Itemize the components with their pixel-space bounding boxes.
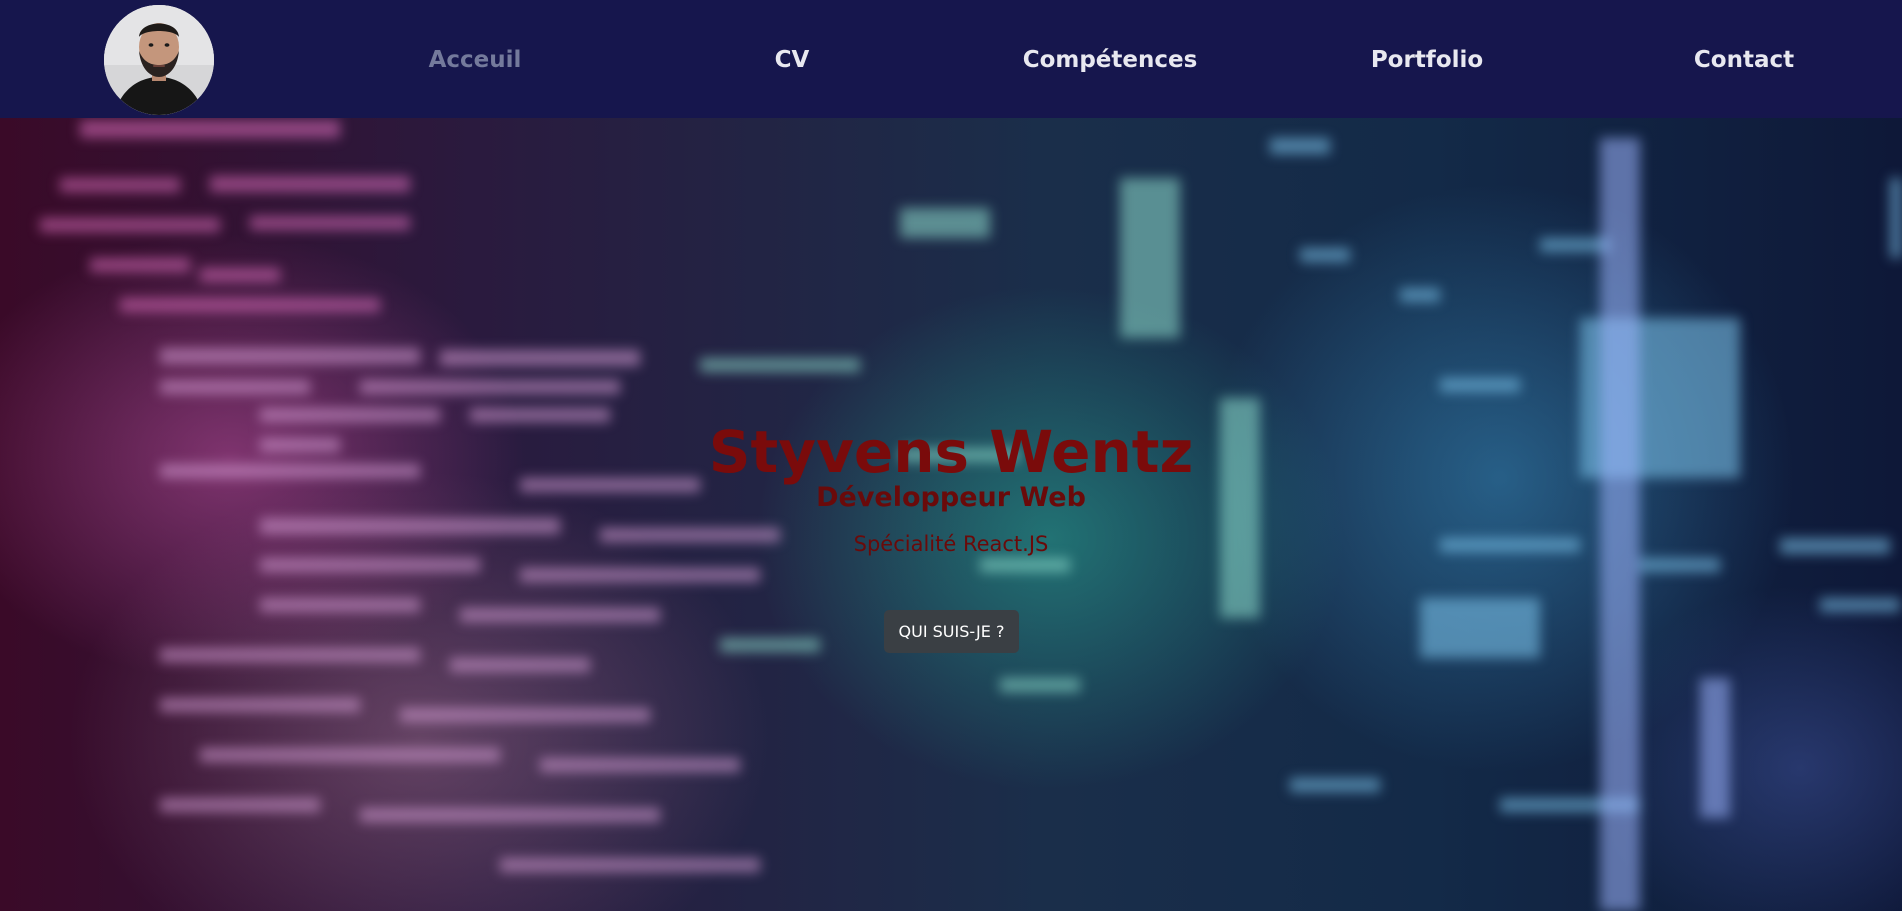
hero-title: Styvens Wentz <box>708 418 1194 486</box>
nav-link-portfolio[interactable]: Portfolio <box>1371 47 1483 73</box>
avatar-photo <box>104 5 214 115</box>
nav-link-cv[interactable]: CV <box>775 47 810 73</box>
nav-link-competences[interactable]: Compétences <box>1023 47 1198 73</box>
about-me-button[interactable]: QUI SUIS-JE ? <box>884 610 1019 653</box>
hero-background-image <box>40 120 1902 911</box>
navbar: Acceuil CV Compétences Portfolio Contact <box>0 0 1902 118</box>
nav-link-acceuil[interactable]: Acceuil <box>429 47 522 73</box>
hero-subtitle: Développeur Web <box>816 482 1086 513</box>
hero-section: Styvens Wentz Développeur Web Spécialité… <box>0 118 1902 911</box>
nav-link-contact[interactable]: Contact <box>1694 47 1794 73</box>
hero-specialty: Spécialité React.JS <box>853 532 1049 556</box>
avatar[interactable] <box>104 5 214 115</box>
